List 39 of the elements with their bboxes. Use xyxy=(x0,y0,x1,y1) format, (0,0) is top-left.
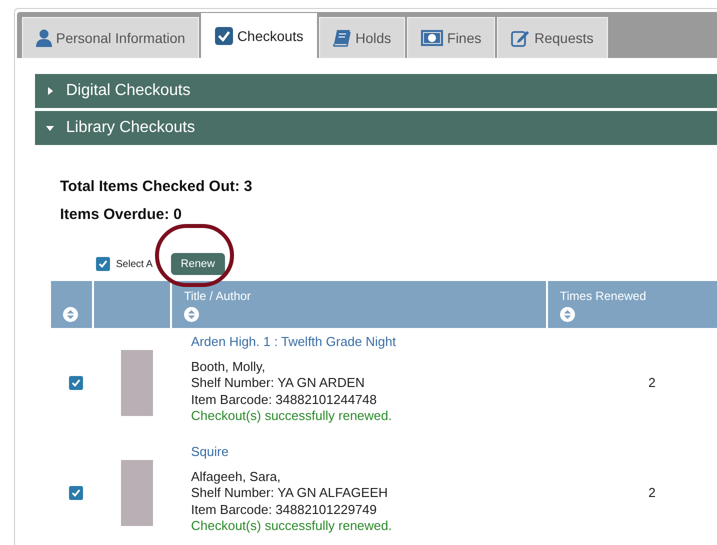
book-icon xyxy=(333,29,352,47)
tab[interactable]: Fines xyxy=(407,17,496,58)
author-text: Booth, Molly, xyxy=(191,358,266,375)
caret-icon xyxy=(46,87,54,95)
sort-icon[interactable] xyxy=(184,307,199,322)
summary-text: Total Items Checked Out: 3 xyxy=(60,177,254,197)
checkbox-icon xyxy=(215,27,234,45)
tab[interactable]: Requests xyxy=(497,17,608,58)
select-all-label: Select A xyxy=(116,258,153,272)
checkbox[interactable] xyxy=(68,376,82,390)
person-icon xyxy=(36,29,52,47)
section-header[interactable]: Library Checkouts xyxy=(35,111,717,145)
tab[interactable]: Holds xyxy=(319,17,406,58)
tab[interactable]: Checkouts xyxy=(201,13,318,58)
shelf-number: Shelf Number: YA GN ALFAGEEH xyxy=(191,485,389,502)
checkbox[interactable] xyxy=(96,257,110,271)
tab[interactable]: Personal Information xyxy=(22,17,200,58)
times-renewed: 2 xyxy=(648,484,656,502)
title-link[interactable]: Squire xyxy=(191,444,229,460)
renewal-status: Checkout(s) successfully renewed. xyxy=(191,408,393,424)
summary-text: Items Overdue: 0 xyxy=(60,204,183,224)
sort-icon[interactable] xyxy=(560,307,575,322)
banknote-icon xyxy=(421,30,444,46)
item-barcode: Item Barcode: 34882101244748 xyxy=(191,392,378,408)
column-header[interactable] xyxy=(51,281,92,328)
edit-icon xyxy=(511,29,530,47)
title-link[interactable]: Arden High. 1 : Twelfth Grade Night xyxy=(191,334,396,350)
shelf-number: Shelf Number: YA GN ARDEN xyxy=(191,375,366,392)
caret-icon xyxy=(46,124,54,132)
book-cover-placeholder xyxy=(121,460,153,526)
item-barcode: Item Barcode: 34882101229749 xyxy=(191,502,378,518)
book-cover-placeholder xyxy=(121,350,153,416)
checkbox[interactable] xyxy=(68,486,82,500)
author-text: Alfageeh, Sara, xyxy=(191,468,282,485)
sort-icon[interactable] xyxy=(63,307,78,322)
times-renewed: 2 xyxy=(648,374,656,392)
renewal-status: Checkout(s) successfully renewed. xyxy=(191,518,393,534)
section-header[interactable]: Digital Checkouts xyxy=(35,74,717,108)
renew-button[interactable]: Renew xyxy=(170,253,225,275)
